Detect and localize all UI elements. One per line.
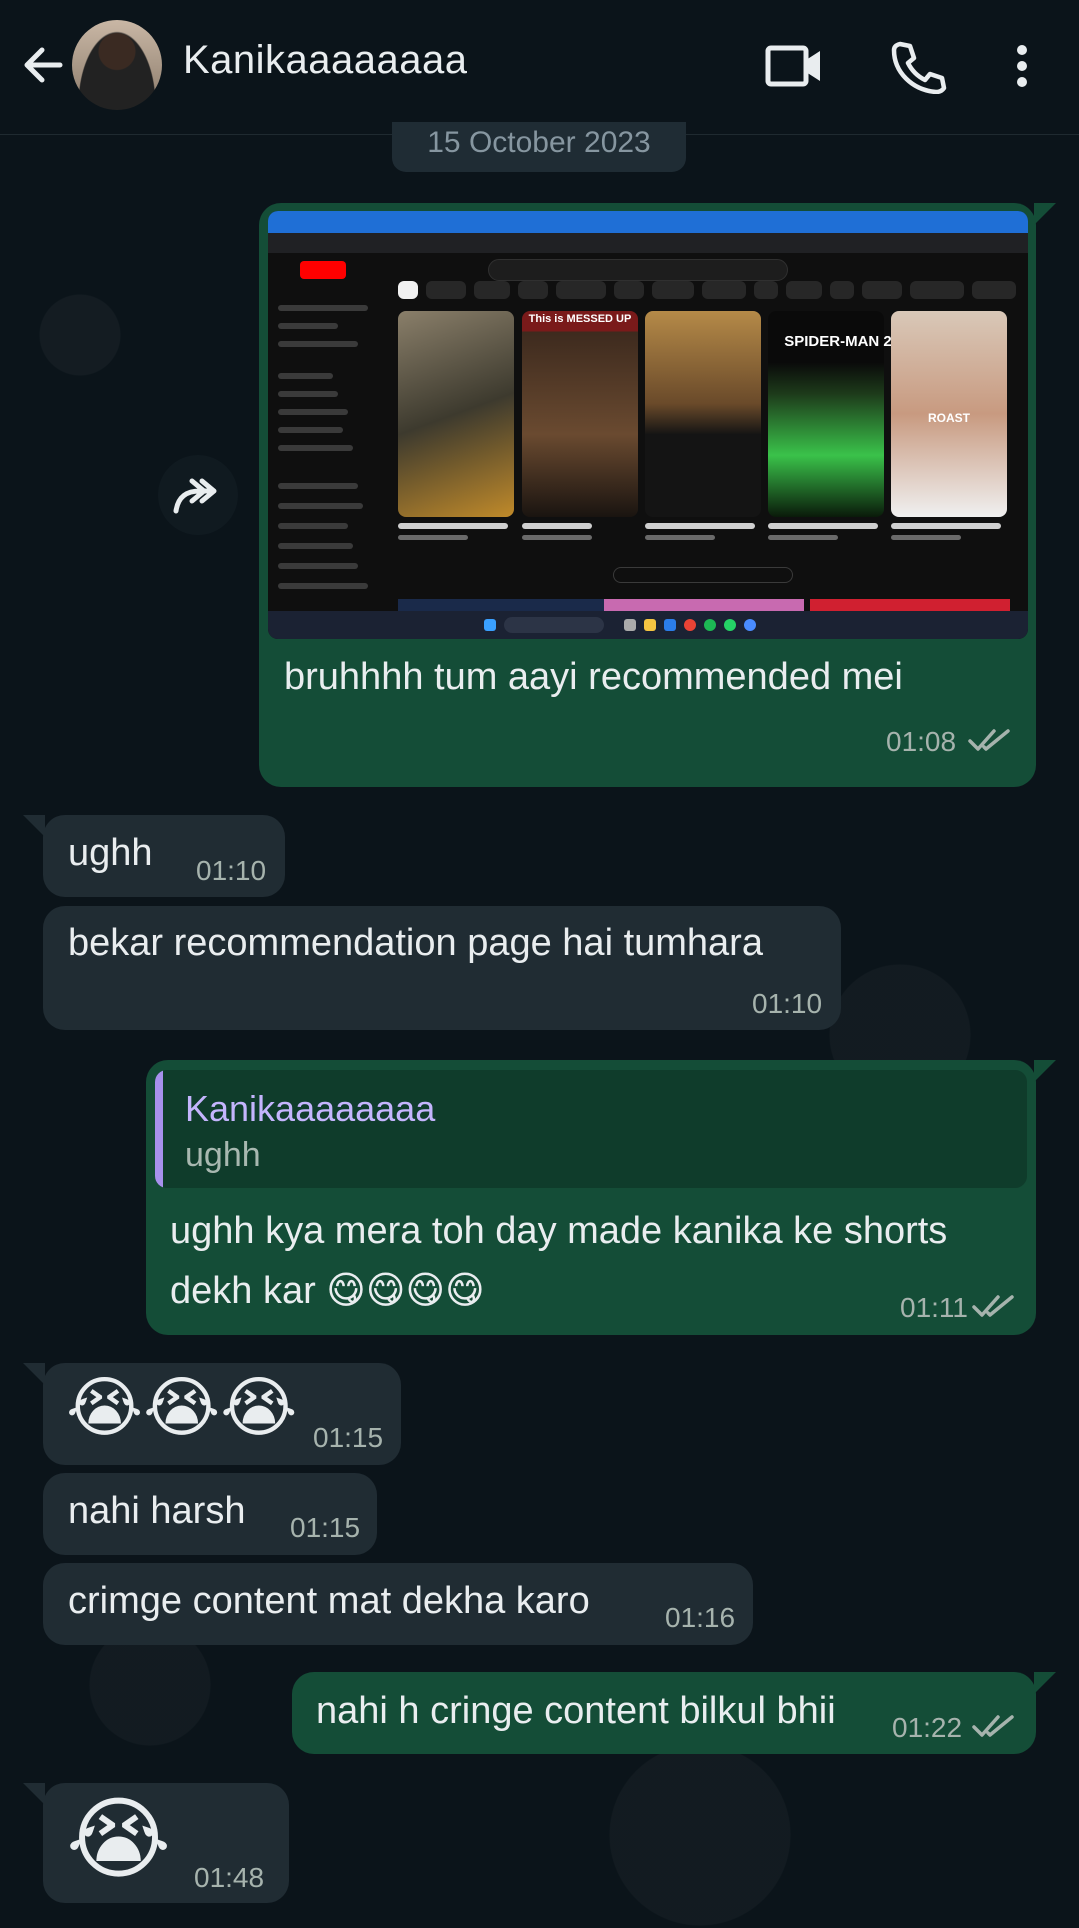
message-text-line-1: ughh kya mera toh day made kanika ke sho… [170,1210,948,1252]
bubble-tail [23,815,45,837]
read-ticks-icon [972,1292,1016,1320]
bubble-tail [23,1363,45,1385]
voice-call-icon[interactable] [888,38,948,95]
message-text: nahi h cringe content bilkul bhii [316,1690,836,1732]
short-views [522,535,592,540]
yt-chip [830,281,854,299]
message-time: 01:11 [900,1292,968,1323]
message-text: nahi harsh [68,1490,246,1532]
date-divider: 15 October 2023 [392,122,686,172]
short-views [398,535,468,540]
message-text: bekar recommendation page hai tumhara [68,922,763,964]
taskbar-search [504,617,604,633]
yt-chip [972,281,1016,299]
show-more-button [613,567,793,583]
yt-chip [556,281,606,299]
yt-chip [652,281,694,299]
youtube-sidebar [268,293,383,613]
start-icon [484,619,496,631]
bubble-tail [23,1783,45,1805]
bubble-tail [1034,1060,1056,1082]
short-caption [891,523,1001,529]
read-ticks-icon [972,1712,1016,1740]
youtube-logo [300,261,346,279]
taskbar-icon [644,619,656,631]
short-thumbnail-5: ROAST [891,311,1007,517]
message-time: 01:48 [194,1862,265,1893]
quoted-text: ughh [185,1136,261,1174]
quote-accent-bar [155,1070,163,1188]
avatar[interactable] [72,20,162,110]
short-views [645,535,715,540]
bubble-tail [1034,1672,1056,1694]
taskbar-icon [624,619,636,631]
contact-name[interactable]: Kanikaaaaaaaa [183,38,468,83]
message-time: 01:10 [752,988,823,1019]
message-time: 01:10 [196,855,267,886]
taskbar-icon [724,619,736,631]
short-thumbnail-2-label: This is MESSED UP [528,313,632,325]
yt-chip [614,281,644,299]
message-time: 01:22 [892,1712,963,1743]
message-text: ughh [68,832,153,874]
message-time: 01:15 [313,1422,384,1453]
bubble-tail [1034,203,1056,225]
yt-chip [474,281,510,299]
short-thumbnail-5-label: ROAST [928,411,970,425]
yt-chip [862,281,902,299]
short-caption [522,523,592,529]
message-text-line-2: dekh kar 😋😋😋😋 [170,1270,485,1312]
short-caption [398,523,508,529]
forward-icon[interactable] [158,455,238,535]
message-time: 01:16 [665,1602,736,1633]
back-arrow-icon[interactable] [18,40,68,90]
yt-chip [398,281,418,299]
read-ticks-icon [968,726,1012,754]
short-thumbnail-3 [645,311,761,517]
short-caption [768,523,878,529]
short-thumbnail-1 [398,311,514,517]
short-thumbnail-2: This is MESSED UP [522,311,638,517]
youtube-search [488,259,788,281]
taskbar-icon [664,619,676,631]
shared-image[interactable]: This is MESSED UP SPIDER-MAN 2 ROAST [268,211,1028,639]
short-views [768,535,838,540]
taskbar-icon [684,619,696,631]
yt-chip [702,281,746,299]
yt-chip [518,281,548,299]
more-menu-icon[interactable] [1000,38,1045,94]
yt-chip [786,281,822,299]
message-emoji: 😭😭😭 [66,1369,298,1446]
browser-urlbar [268,233,1028,253]
message-time: 01:15 [290,1512,361,1543]
taskbar-icon [704,619,716,631]
quoted-message[interactable]: Kanikaaaaaaaa ughh [155,1070,1027,1188]
short-thumbnail-4-label: SPIDER-MAN 2 [784,333,892,350]
quoted-sender-name: Kanikaaaaaaaa [185,1088,436,1129]
message-time: 01:08 [886,726,957,757]
video-call-icon[interactable] [765,38,825,94]
short-views [891,535,961,540]
message-emoji: 😭 [66,1787,172,1892]
message-text: crimge content mat dekha karo [68,1580,590,1622]
yt-chip [910,281,964,299]
message-text: bruhhhh tum aayi recommended mei [284,656,903,698]
yt-chip [754,281,778,299]
short-caption [645,523,755,529]
yt-chip [426,281,466,299]
browser-tabbar [268,211,1028,233]
taskbar-icon [744,619,756,631]
chat-header: Kanikaaaaaaaa [0,0,1079,135]
